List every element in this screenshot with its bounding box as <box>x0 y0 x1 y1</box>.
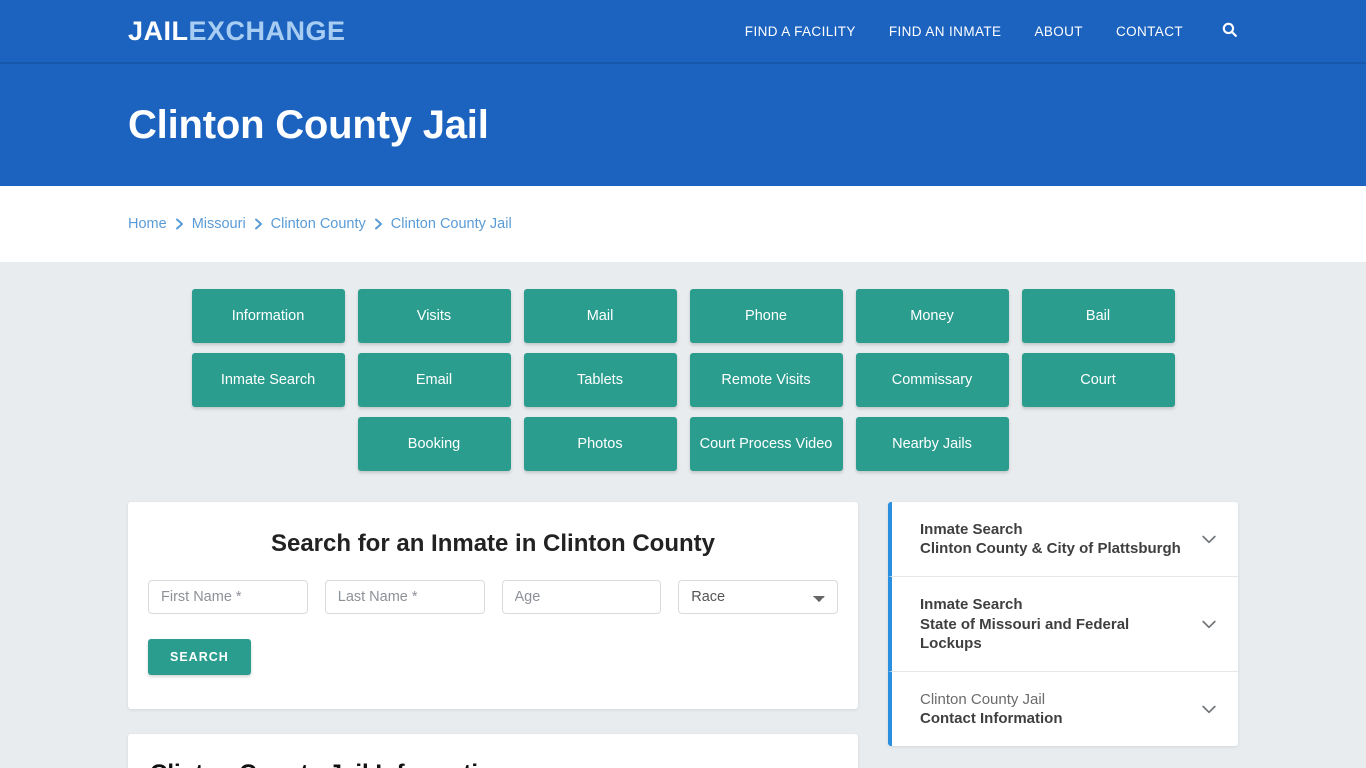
tile-nearby-jails[interactable]: Nearby Jails <box>855 417 1009 471</box>
hero-banner: Clinton County Jail <box>0 64 1366 186</box>
facility-section-tiles: Information Visits Mail Phone Money Bail… <box>138 289 1228 471</box>
tile-remote-visits[interactable]: Remote Visits <box>689 353 843 407</box>
age-input[interactable] <box>501 580 662 614</box>
main-column: Search for an Inmate in Clinton County R… <box>128 502 858 768</box>
race-select[interactable]: Race <box>678 580 838 614</box>
chevron-down-icon[interactable] <box>1198 613 1220 635</box>
accordion-item-text: Inmate Search State of Missouri and Fede… <box>920 595 1188 653</box>
inmate-search-fields: Race <box>148 580 838 614</box>
accordion-item-line2: Contact Information <box>920 710 1063 728</box>
top-navigation-bar: JAILEXCHANGE FIND A FACILITY FIND AN INM… <box>0 0 1366 64</box>
chevron-right-icon <box>374 218 383 230</box>
chevron-right-icon <box>254 218 263 230</box>
chevron-down-icon[interactable] <box>1198 698 1220 720</box>
breadcrumb-item-current: Clinton County Jail <box>390 216 512 232</box>
inmate-search-heading: Search for an Inmate in Clinton County <box>270 530 716 557</box>
accordion-item-line1: Inmate Search <box>920 521 1023 538</box>
accordion-item-inmate-search-county[interactable]: Inmate Search Clinton County & City of P… <box>888 502 1238 578</box>
page-title: Clinton County Jail <box>128 102 489 147</box>
tile-phone[interactable]: Phone <box>689 289 843 343</box>
breadcrumb-bar: Home Missouri Clinton County Clinton Cou… <box>0 186 1366 262</box>
chevron-down-icon[interactable] <box>1198 528 1220 550</box>
tile-court-process-video[interactable]: Court Process Video <box>689 417 843 471</box>
logo-text-exchange: EXCHANGE <box>188 15 346 46</box>
first-name-input[interactable] <box>148 580 308 614</box>
sidebar-column: Inmate Search Clinton County & City of P… <box>888 502 1238 747</box>
breadcrumb-item-missouri[interactable]: Missouri <box>192 216 246 232</box>
tile-bail[interactable]: Bail <box>1021 289 1175 343</box>
accordion-item-text: Inmate Search Clinton County & City of P… <box>920 520 1188 558</box>
tile-commissary[interactable]: Commissary <box>855 353 1009 407</box>
accordion-item-line1: Inmate Search <box>920 596 1023 614</box>
page-body: Information Visits Mail Phone Money Bail… <box>0 262 1366 768</box>
accordion-item-contact-information[interactable]: Clinton County Jail Contact Information <box>888 671 1238 747</box>
accordion-item-inmate-search-state[interactable]: Inmate Search State of Missouri and Fede… <box>888 577 1238 672</box>
last-name-input[interactable] <box>324 580 485 614</box>
nav-links: FIND A FACILITY FIND AN INMATE ABOUT CON… <box>745 21 1238 41</box>
nav-link-find-a-facility[interactable]: FIND A FACILITY <box>745 24 856 39</box>
accordion-item-line2: Clinton County & City of Plattsburgh <box>920 540 1181 558</box>
accordion-item-line1: Clinton County Jail <box>920 690 1046 708</box>
search-submit-button[interactable]: SEARCH <box>148 639 251 675</box>
tile-booking[interactable]: Booking <box>357 417 511 471</box>
breadcrumb-item-clinton-county[interactable]: Clinton County <box>271 216 366 232</box>
nav-link-find-an-inmate[interactable]: FIND AN INMATE <box>889 24 1002 39</box>
tile-photos[interactable]: Photos <box>523 417 677 471</box>
tile-visits[interactable]: Visits <box>357 289 511 343</box>
breadcrumb: Home Missouri Clinton County Clinton Cou… <box>128 216 512 232</box>
site-logo[interactable]: JAILEXCHANGE <box>128 15 346 46</box>
jail-information-heading: Clinton County Jail Information <box>150 760 836 768</box>
nav-search-button[interactable] <box>1221 21 1238 41</box>
tile-tablets[interactable]: Tablets <box>523 353 677 407</box>
content-columns: Search for an Inmate in Clinton County R… <box>128 502 1238 768</box>
tile-information[interactable]: Information <box>191 289 345 343</box>
tile-mail[interactable]: Mail <box>523 289 677 343</box>
tile-money[interactable]: Money <box>855 289 1009 343</box>
tile-email[interactable]: Email <box>357 353 511 407</box>
accordion-item-text: Clinton County Jail Contact Information <box>920 690 1188 728</box>
tile-inmate-search[interactable]: Inmate Search <box>191 353 345 407</box>
accordion-item-line2: State of Missouri and Federal Lockups <box>920 615 1130 652</box>
nav-link-about[interactable]: ABOUT <box>1034 24 1083 39</box>
search-icon <box>1221 21 1238 41</box>
nav-link-contact[interactable]: CONTACT <box>1116 24 1183 39</box>
jail-information-card: Clinton County Jail Information <box>128 734 858 768</box>
inmate-search-card: Search for an Inmate in Clinton County R… <box>128 502 858 709</box>
sidebar-accordion: Inmate Search Clinton County & City of P… <box>888 502 1238 747</box>
chevron-right-icon <box>175 218 184 230</box>
logo-text-jail: JAIL <box>128 15 189 46</box>
breadcrumb-item-home[interactable]: Home <box>128 216 167 232</box>
tile-court[interactable]: Court <box>1021 353 1175 407</box>
